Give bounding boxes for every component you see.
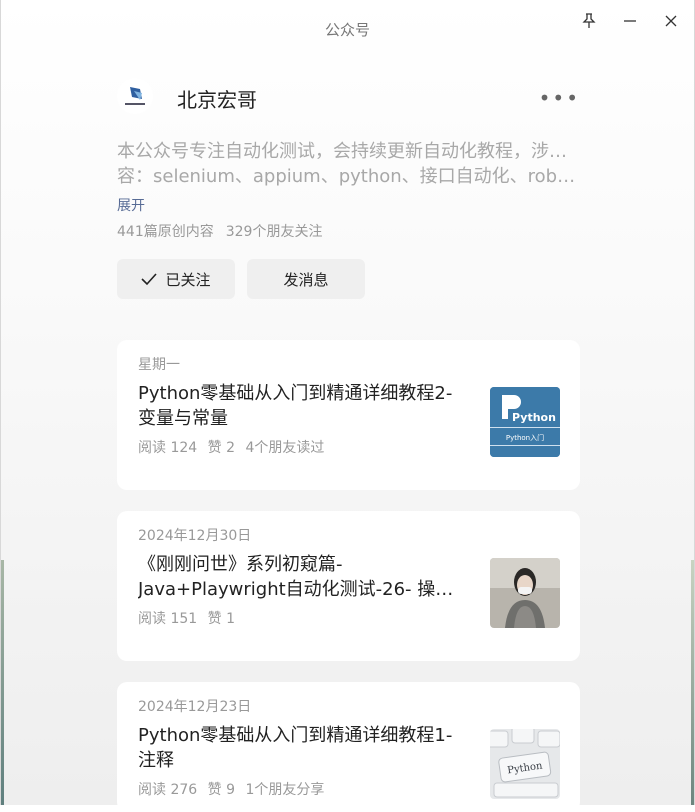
like-count: 赞 2	[207, 440, 235, 456]
description-line: 本公众号专注自动化测试，会持续更新自动化教程，涉及内	[117, 141, 580, 162]
article-date: 星期一	[138, 357, 180, 373]
article-date: 2024年12月30日	[138, 528, 252, 544]
read-count: 阅读 276	[138, 782, 198, 798]
like-count: 赞 1	[207, 611, 235, 627]
more-icon[interactable]: •••	[539, 86, 580, 110]
desktop-background-edge	[691, 560, 694, 805]
article-title[interactable]: Python零基础从入门到精通详细教程1-注释	[138, 723, 468, 773]
article-meta: 阅读 276 赞 9 1个朋友分享	[138, 779, 324, 799]
article-meta: 阅读 124 赞 2 4个朋友读过	[138, 437, 324, 457]
send-message-label: 发消息	[283, 270, 329, 289]
account-header: 北京宏哥 •••	[117, 78, 580, 118]
article-title[interactable]: 《刚刚问世》系列初窥篇-Java+Playwright自动化测试-26- 操作S…	[138, 552, 468, 602]
pin-icon[interactable]	[575, 10, 603, 32]
check-icon	[141, 272, 158, 286]
friends-read: 4个朋友读过	[245, 440, 325, 456]
account-logo-icon[interactable]	[117, 78, 153, 114]
svg-text:Python: Python	[512, 411, 556, 424]
keyboard-python-thumbnail[interactable]: Python	[490, 729, 560, 799]
description-line: 容：selenium、appium、python、接口自动化、robotf...	[117, 166, 580, 187]
person-photo-thumbnail[interactable]	[490, 558, 560, 628]
expand-link[interactable]: 展开	[117, 195, 145, 215]
friends-following: 329个朋友关注	[225, 224, 323, 240]
read-count: 阅读 151	[138, 611, 198, 627]
desktop-background-edge	[1, 560, 4, 805]
account-stats: 441篇原创内容 329个朋友关注	[117, 221, 322, 241]
app-window: 公众号 北京宏哥 ••• 本公众号专注自动化测试，会持续更新自动化教程，涉及内 …	[0, 0, 695, 812]
account-description: 本公众号专注自动化测试，会持续更新自动化教程，涉及内 容：selenium、ap…	[117, 139, 580, 189]
close-icon[interactable]	[657, 10, 685, 32]
like-count: 赞 9	[207, 782, 235, 798]
article-meta: 阅读 151 赞 1	[138, 608, 235, 628]
article-card[interactable]: 2024年12月30日 《刚刚问世》系列初窥篇-Java+Playwright自…	[117, 511, 580, 661]
article-date: 2024年12月23日	[138, 699, 252, 715]
read-count: 阅读 124	[138, 440, 198, 456]
friends-shared: 1个朋友分享	[245, 782, 325, 798]
minimize-icon[interactable]	[616, 10, 644, 32]
python-logo-thumbnail[interactable]: Python Python入门	[490, 387, 560, 457]
article-card[interactable]: 星期一 Python零基础从入门到精通详细教程2-变量与常量 阅读 124 赞 …	[117, 340, 580, 490]
svg-text:Python入门: Python入门	[506, 433, 544, 442]
followed-button[interactable]: 已关注	[117, 259, 235, 299]
article-card[interactable]: 2024年12月23日 Python零基础从入门到精通详细教程1-注释 阅读 2…	[117, 682, 580, 812]
send-message-button[interactable]: 发消息	[247, 259, 365, 299]
title-bar: 公众号	[1, 0, 694, 56]
article-title[interactable]: Python零基础从入门到精通详细教程2-变量与常量	[138, 381, 468, 431]
followed-button-label: 已关注	[165, 270, 211, 289]
original-count: 441篇原创内容	[117, 224, 214, 240]
account-name: 北京宏哥	[177, 88, 257, 112]
